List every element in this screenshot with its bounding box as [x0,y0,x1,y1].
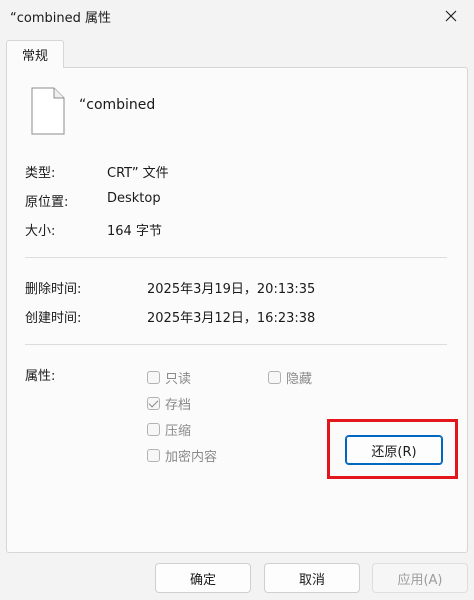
attributes-label: 属性: [25,369,56,384]
encrypt-label: 加密内容 [165,450,218,465]
archive-label: 存档 [165,398,192,413]
readonly-checkbox[interactable]: 只读 [147,368,191,387]
size-value: 164 字节 [107,224,162,239]
separator [25,344,447,345]
file-name: “combined [79,97,156,113]
checkbox-box[interactable] [147,371,160,384]
checkbox-box[interactable] [147,423,160,436]
file-icon [31,87,65,135]
hidden-label: 隐藏 [286,372,313,387]
properties-window: “combined 属性 常规 “combined 类型: CRT” 文件 原位… [0,0,474,600]
checkbox-box[interactable] [147,449,160,462]
compress-checkbox[interactable]: 压缩 [147,420,191,439]
archive-checkbox[interactable]: 存档 [147,394,191,413]
apply-button[interactable]: 应用(A) [372,563,468,593]
close-icon [445,10,457,22]
location-value: Desktop [107,191,161,206]
checkbox-box[interactable] [268,371,281,384]
restore-button[interactable]: 还原(R) [345,435,443,465]
type-label: 类型: [25,166,56,181]
title-bar: “combined 属性 [0,0,474,32]
encrypt-checkbox[interactable]: 加密内容 [147,446,217,465]
location-label: 原位置: [25,195,69,210]
type-value: CRT” 文件 [107,166,169,181]
created-label: 创建时间: [25,311,82,326]
tab-general[interactable]: 常规 [6,40,64,68]
checkbox-box-checked[interactable] [147,397,160,410]
created-value: 2025年3月12日，16:23:38 [147,311,316,326]
hidden-checkbox[interactable]: 隐藏 [268,368,312,387]
cancel-button[interactable]: 取消 [264,563,360,593]
compress-label: 压缩 [165,424,192,439]
ok-button[interactable]: 确定 [155,563,251,593]
general-panel: “combined 类型: CRT” 文件 原位置: Desktop 大小: 1… [6,67,468,553]
readonly-label: 只读 [165,372,192,387]
deleted-label: 删除时间: [25,282,82,297]
close-button[interactable] [428,0,474,32]
window-title: “combined 属性 [10,11,111,26]
deleted-value: 2025年3月19日，20:13:35 [147,282,316,297]
separator [25,257,447,258]
size-label: 大小: [25,224,56,239]
